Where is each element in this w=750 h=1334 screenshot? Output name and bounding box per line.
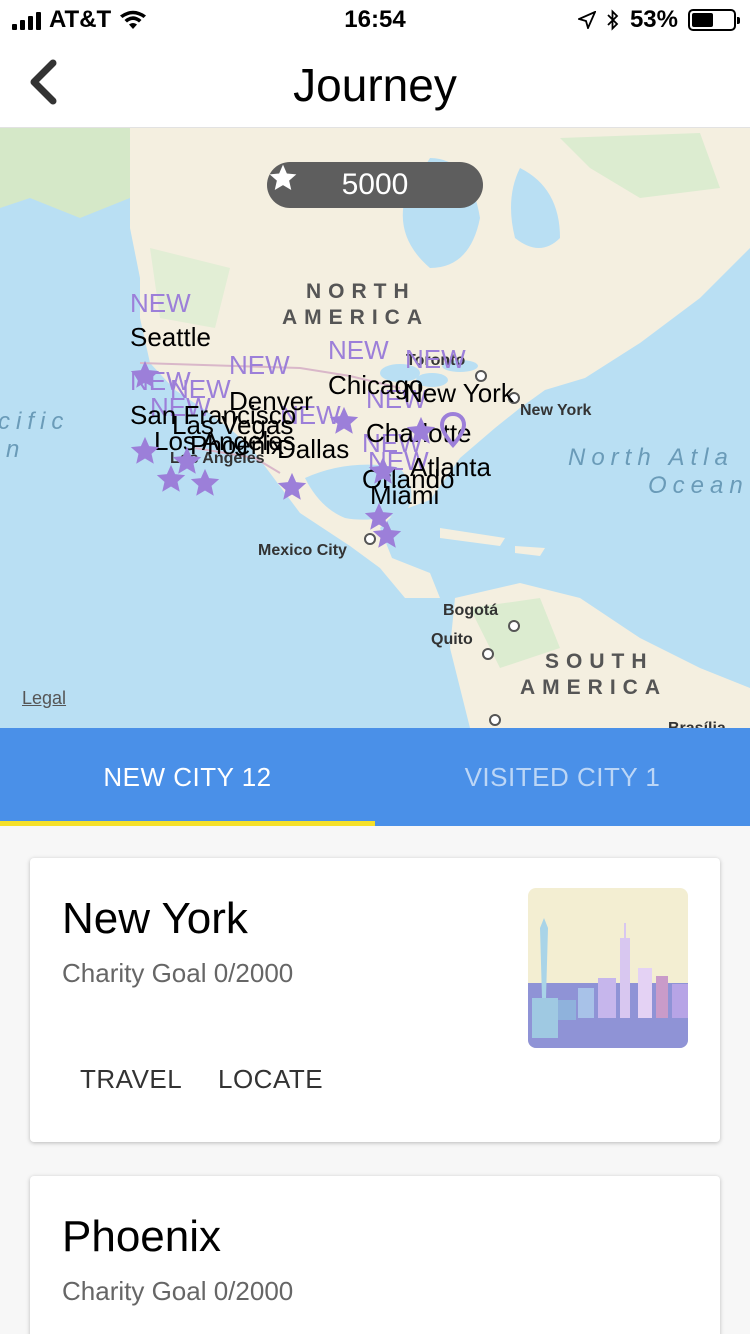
stars-balance-badge: 5000 — [267, 162, 483, 208]
journey-city-dallas: Dallas — [277, 434, 350, 464]
ocean-label-pacific: cific — [0, 408, 70, 435]
city-card-title: Phoenix — [62, 1212, 222, 1261]
city-card-charity-goal: Charity Goal 0/2000 — [62, 958, 294, 988]
region-label-america: AMERICA — [282, 306, 429, 329]
base-city-brasilia: Brasília — [668, 720, 726, 728]
journey-map[interactable]: 5000 NORTH AMERICA SOUTH AMERICA cific n… — [0, 128, 750, 728]
battery-icon — [688, 9, 740, 31]
journey-city-denver: Denver — [229, 386, 313, 416]
new-tag: NEW — [130, 288, 191, 318]
base-city-bogota: Bogotá — [443, 602, 499, 619]
tab-new-city[interactable]: NEW CITY 12 — [0, 728, 375, 826]
location-arrow-icon — [577, 11, 596, 29]
city-star-marker[interactable] — [404, 414, 438, 448]
ocean-label-pacific-2: n — [6, 436, 26, 463]
tab-visited-city[interactable]: VISITED CITY 1 — [375, 728, 750, 826]
city-card[interactable]: New York Charity Goal 0/2000 TRAVEL LOCA… — [30, 858, 720, 1142]
new-tag: NEW — [229, 350, 290, 380]
battery-percent: 53% — [629, 6, 678, 33]
city-dot-bogota — [508, 620, 520, 632]
city-dot-brasilia — [489, 714, 501, 726]
city-card-charity-goal: Charity Goal 0/2000 — [62, 1276, 294, 1306]
city-list[interactable]: New York Charity Goal 0/2000 TRAVEL LOCA… — [0, 826, 750, 1334]
city-star-marker[interactable] — [188, 466, 222, 500]
journey-city-seattle: Seattle — [130, 322, 211, 352]
city-star-marker[interactable] — [366, 454, 400, 488]
new-tag: NEW — [328, 335, 389, 365]
city-tabs: NEW CITY 12 VISITED CITY 1 — [0, 728, 750, 826]
region-label-north: NORTH — [306, 280, 416, 303]
city-dot-quito — [482, 648, 494, 660]
status-bar: AT&T 16:54 53% — [0, 0, 750, 40]
city-card[interactable]: Phoenix Charity Goal 0/2000 — [30, 1176, 720, 1334]
status-right: 53% — [577, 6, 740, 34]
city-card-title: New York — [62, 894, 248, 943]
ocean-label-atlantic: North Atla — [568, 444, 734, 471]
city-thumbnail-new-york — [528, 888, 688, 1048]
city-star-marker[interactable] — [327, 404, 361, 438]
city-star-marker[interactable] — [370, 518, 404, 552]
ocean-label-atlantic-2: Ocean — [648, 472, 749, 499]
base-city-mexico-city: Mexico City — [258, 542, 347, 559]
city-star-marker[interactable] — [128, 358, 162, 392]
map-legal-link[interactable]: Legal — [22, 688, 66, 709]
star-icon — [269, 164, 297, 190]
locate-button[interactable]: LOCATE — [218, 1064, 323, 1095]
journey-city-phoenix: Phoenix — [190, 430, 284, 460]
map-pin-icon[interactable] — [440, 412, 466, 448]
city-star-marker[interactable] — [275, 470, 309, 504]
journey-city-new-york: New York — [404, 378, 514, 408]
region-label-south: SOUTH — [545, 650, 654, 673]
bluetooth-icon — [607, 9, 619, 31]
page-title: Journey — [293, 59, 457, 111]
stars-balance-value: 5000 — [341, 168, 409, 201]
base-city-quito: Quito — [431, 631, 473, 648]
navigation-bar: Journey — [0, 40, 750, 128]
base-city-new-york: New York — [520, 402, 592, 419]
region-label-south-america: AMERICA — [520, 676, 667, 699]
travel-button[interactable]: TRAVEL — [80, 1064, 182, 1095]
